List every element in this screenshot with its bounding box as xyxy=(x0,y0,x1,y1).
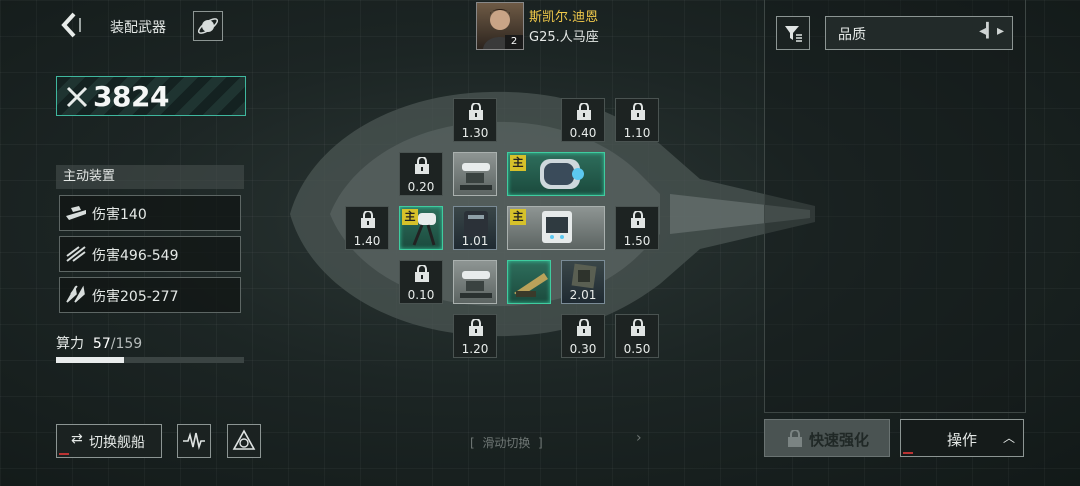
device-item-2[interactable]: 伤害496-549 xyxy=(59,236,241,272)
chevron-up-icon: ︿ xyxy=(1002,431,1015,445)
compute-label: 算力 xyxy=(56,336,84,352)
active-devices-header: 主动装置 xyxy=(56,165,244,189)
operations-button[interactable]: 操作 ︿ xyxy=(900,419,1024,457)
slot-value: 0.40 xyxy=(569,126,597,140)
section-title: 主动装置 xyxy=(63,169,116,184)
swipe-hint: [ 滑动切换 ] xyxy=(470,436,543,450)
combat-power-value: 3824 xyxy=(93,80,169,113)
quality-sort-dropdown[interactable]: 品质 ◂▎▸ xyxy=(825,16,1013,50)
main-weapon-tag: 主 xyxy=(510,209,526,225)
slot-value: 0.50 xyxy=(623,342,651,356)
quality-label: 品质 xyxy=(838,27,866,43)
fighter-squad-icon xyxy=(66,285,85,303)
corner-accent xyxy=(59,453,69,455)
filter-icon xyxy=(785,26,802,42)
slot-value: 1.50 xyxy=(623,234,651,248)
quick-enhance-label: 快速强化 xyxy=(809,431,870,449)
slot-value: 1.01 xyxy=(461,234,489,248)
filter-button[interactable] xyxy=(776,16,810,50)
locked-slot[interactable]: 1.40 xyxy=(345,206,389,250)
triple-slash-icon xyxy=(66,246,86,262)
sort-toggle-icon: ◂▎▸ xyxy=(979,23,1004,39)
locked-slot[interactable]: 0.50 xyxy=(615,314,659,358)
weapon-slot-railgun[interactable] xyxy=(453,152,497,196)
device-item-3[interactable]: 伤害205-277 xyxy=(59,277,241,313)
weapon-slot-chip[interactable]: 2.01 xyxy=(561,260,605,304)
slot-value: 0.30 xyxy=(569,342,597,356)
weapon-slot-main-reactor[interactable]: 主 xyxy=(507,206,605,250)
combat-power-panel: 3824 xyxy=(56,76,246,116)
device-label: 伤害140 xyxy=(92,207,147,223)
device-label: 伤害205-277 xyxy=(92,289,179,305)
compute-power: 算力 57/159 xyxy=(56,333,142,353)
slot-value: 0.20 xyxy=(407,180,435,194)
lock-icon xyxy=(415,265,429,282)
compute-total: /159 xyxy=(110,336,143,352)
chevron-left-icon xyxy=(61,12,81,38)
main-weapon-tag: 主 xyxy=(402,209,418,225)
locked-slot[interactable]: 1.20 xyxy=(453,314,497,358)
swipe-label: 滑动切换 xyxy=(482,436,531,450)
railgun-icon xyxy=(460,163,492,190)
waveform-button[interactable] xyxy=(177,424,211,458)
back-button[interactable] xyxy=(56,8,86,42)
corner-accent xyxy=(903,452,913,454)
slot-value: 1.40 xyxy=(353,234,381,248)
lock-icon xyxy=(631,211,645,228)
compute-used: 57 xyxy=(92,336,111,352)
planet-icon xyxy=(197,18,219,34)
operations-label: 操作 xyxy=(947,431,978,449)
railgun-icon xyxy=(460,271,492,298)
captain-avatar[interactable]: 2 xyxy=(476,2,524,50)
locked-slot[interactable]: 0.10 xyxy=(399,260,443,304)
lock-icon xyxy=(577,319,591,336)
device-item-1[interactable]: 伤害140 xyxy=(59,195,241,231)
switch-ship-label: 切换舰船 xyxy=(89,435,145,451)
weapon-slot-railgun-2[interactable] xyxy=(453,260,497,304)
locked-slot[interactable]: 1.50 xyxy=(615,206,659,250)
planet-button[interactable] xyxy=(193,11,223,41)
emblem-button[interactable] xyxy=(227,424,261,458)
lock-icon xyxy=(788,430,802,447)
compute-progress-bar xyxy=(56,357,244,363)
battleship-icon xyxy=(66,206,86,220)
cannon-icon xyxy=(514,273,548,297)
slot-value: 1.10 xyxy=(623,126,651,140)
weapon-slot-turret[interactable]: 主 xyxy=(399,206,443,250)
slot-value: 2.01 xyxy=(569,288,597,302)
locked-slot[interactable]: 0.20 xyxy=(399,152,443,196)
swap-icon: ⇄ xyxy=(71,431,83,447)
lock-icon xyxy=(631,319,645,336)
captain-level-badge: 2 xyxy=(505,35,523,49)
lock-icon xyxy=(577,103,591,120)
switch-ship-button[interactable]: ⇄ 切换舰船 xyxy=(56,424,162,458)
crossed-swords-icon xyxy=(66,86,88,108)
weapon-slot-main-cannon[interactable]: 主 xyxy=(507,152,605,196)
slot-value: 0.10 xyxy=(407,288,435,302)
slot-value: 1.30 xyxy=(461,126,489,140)
compute-progress-fill xyxy=(56,357,124,363)
lock-icon xyxy=(631,103,645,120)
device-label: 伤害496-549 xyxy=(92,248,179,264)
lock-icon xyxy=(469,103,483,120)
lock-icon xyxy=(469,319,483,336)
locked-slot[interactable]: 1.30 xyxy=(453,98,497,142)
locked-slot[interactable]: 0.30 xyxy=(561,314,605,358)
page-title: 装配武器 xyxy=(110,20,166,36)
slot-value: 1.20 xyxy=(461,342,489,356)
next-arrow-icon[interactable]: › xyxy=(636,430,642,446)
locked-slot[interactable]: 1.10 xyxy=(615,98,659,142)
lock-icon xyxy=(361,211,375,228)
main-weapon-tag: 主 xyxy=(510,155,526,171)
weapon-slot-module[interactable]: 1.01 xyxy=(453,206,497,250)
ship-name: G25.人马座 xyxy=(529,30,599,45)
emblem-icon xyxy=(232,429,256,450)
waveform-icon xyxy=(183,432,205,451)
item-list-panel xyxy=(764,0,1026,413)
quick-enhance-button[interactable]: 快速强化 xyxy=(764,419,890,457)
lock-icon xyxy=(415,157,429,174)
captain-name: 斯凯尔.迪恩 xyxy=(529,10,599,25)
weapon-slot-cannon[interactable] xyxy=(507,260,551,304)
locked-slot[interactable]: 0.40 xyxy=(561,98,605,142)
